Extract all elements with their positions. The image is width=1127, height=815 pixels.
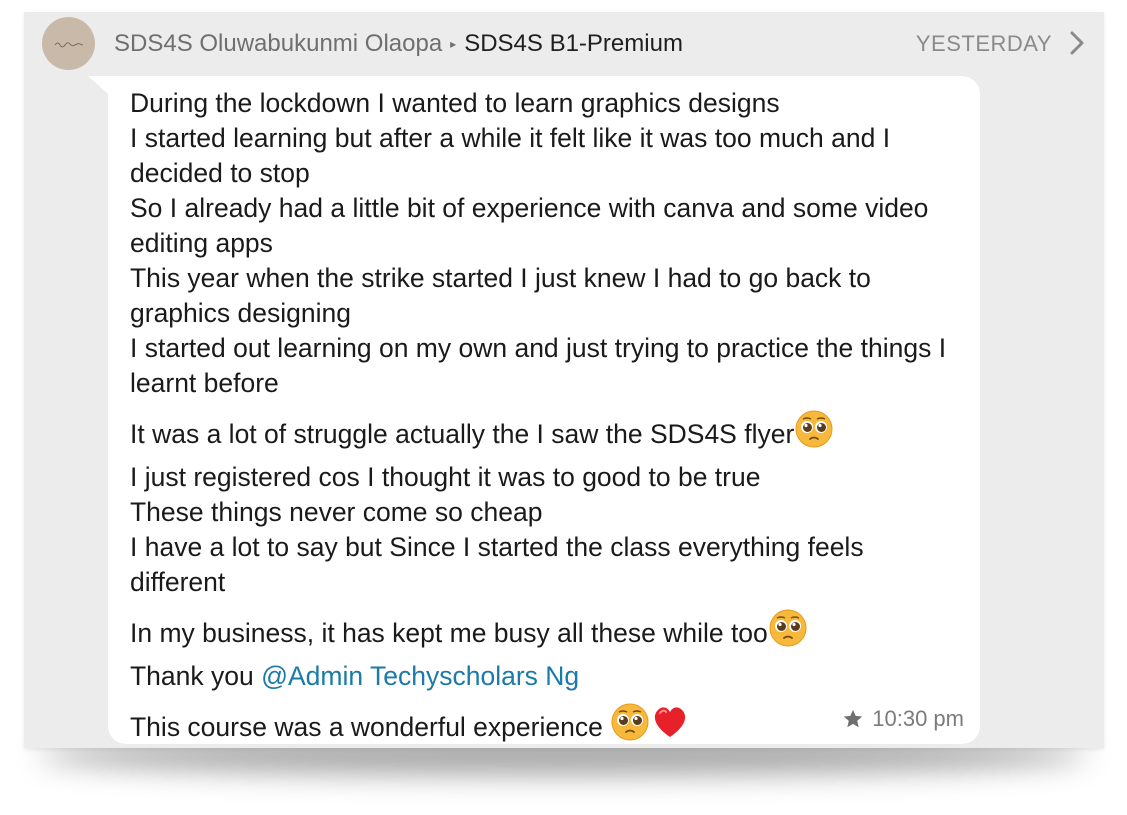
message-line-text: It was a lot of struggle actually the I … <box>130 419 795 449</box>
red-heart-emoji <box>650 702 690 742</box>
message-bubble[interactable]: During the lockdown I wanted to learn gr… <box>88 76 980 745</box>
message-line-text: This course was a wonderful experience <box>130 712 611 742</box>
message-line-with-emoji: In my business, it has kept me busy all … <box>130 608 960 651</box>
star-icon[interactable] <box>842 708 864 730</box>
message-line-with-emoji: This course was a wonderful experience <box>130 702 960 745</box>
separator-icon: ▸ <box>450 37 457 51</box>
message-line: Thank you @Admin Techyscholars Ng <box>130 659 960 694</box>
message-meta: 10:30 pm <box>842 706 964 732</box>
pleading-face-emoji <box>768 608 808 648</box>
message-time: 10:30 pm <box>872 706 964 731</box>
mention-link[interactable]: @Admin Techyscholars Ng <box>261 661 579 691</box>
message-date: YESTERDAY <box>915 31 1052 56</box>
message-line: I just registered cos I thought it was t… <box>130 462 761 492</box>
message-line: I started out learning on my own and jus… <box>130 333 947 398</box>
message-line-text: Thank you <box>130 661 262 691</box>
message-line: So I already had a little bit of experie… <box>130 193 929 258</box>
message-body: During the lockdown I wanted to learn gr… <box>130 86 960 745</box>
message-line: I have a lot to say but Since I started … <box>130 532 864 597</box>
message-line: This year when the strike started I just… <box>130 263 871 328</box>
message-line: During the lockdown I wanted to learn gr… <box>130 88 780 118</box>
conversation-title[interactable]: SDS4S Oluwabukunmi Olaopa ▸ SDS4S B1-Premi… <box>114 30 683 61</box>
message-line-with-emoji: It was a lot of struggle actually the I … <box>130 409 960 452</box>
avatar-script-icon <box>54 41 83 47</box>
message-line: These things never come so cheap <box>130 497 543 527</box>
message-line: I started learning but after a while it … <box>130 123 891 188</box>
chevron-right-icon[interactable] <box>1068 30 1086 56</box>
sender-name: SDS4S Oluwabukunmi Olaopa <box>114 30 443 57</box>
pleading-face-emoji <box>794 409 834 449</box>
message-line-text: In my business, it has kept me busy all … <box>130 618 768 648</box>
message-card: SDS4S Oluwabukunmi Olaopa ▸ SDS4S B1-Premi… <box>24 12 1104 748</box>
pleading-face-emoji <box>610 702 650 742</box>
bubble-tail <box>88 76 108 94</box>
group-name: SDS4S B1-Premium <box>464 30 683 57</box>
message-header: SDS4S Oluwabukunmi Olaopa ▸ SDS4S B1-Premi… <box>24 12 1104 76</box>
avatar[interactable] <box>42 17 95 70</box>
